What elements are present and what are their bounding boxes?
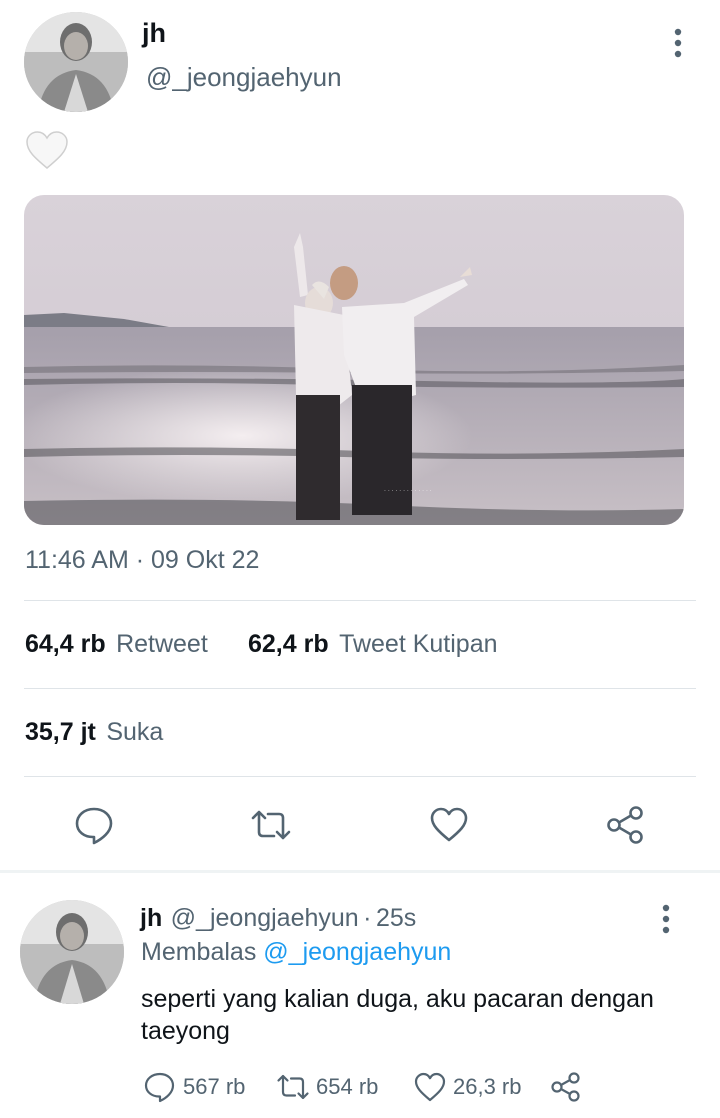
retweet-icon[interactable] (250, 804, 292, 846)
divider (24, 776, 696, 777)
retweets-stat[interactable]: 64,4 rb Retweet (25, 630, 208, 659)
retweet-label: Retweet (116, 630, 208, 658)
reply-age[interactable]: 25s (376, 904, 416, 932)
svg-text:· · · · · · · · · · · · ·: · · · · · · · · · · · · · (384, 488, 432, 495)
reply-share-button[interactable] (549, 1070, 589, 1104)
quotes-stat[interactable]: 62,4 rb Tweet Kutipan (248, 630, 498, 659)
reply-author-avatar[interactable] (20, 900, 124, 1004)
reply-author-handle[interactable]: @_jeongjaehyun (171, 904, 359, 932)
reply-retweet-button[interactable]: 654 rb (276, 1070, 378, 1104)
divider (24, 600, 696, 601)
like-icon (414, 1072, 446, 1102)
reply-like-count: 26,3 rb (453, 1074, 522, 1099)
author-handle[interactable]: @_jeongjaehyun (146, 62, 342, 93)
reply-icon[interactable] (73, 804, 115, 846)
replying-prefix: Membalas (141, 938, 257, 966)
reply-more-options-icon[interactable] (656, 902, 676, 938)
like-count: 35,7 jt (25, 718, 96, 746)
retweet-icon (277, 1074, 309, 1100)
reply-header: jh @_jeongjaehyun · 25s (140, 904, 416, 933)
tweet-photo[interactable]: · · · · · · · · · · · · · (24, 195, 684, 525)
section-divider (0, 870, 720, 873)
replying-to: Membalas @_jeongjaehyun (141, 938, 451, 967)
like-label: Suka (106, 718, 164, 746)
author-avatar[interactable] (24, 12, 128, 112)
likes-stat[interactable]: 35,7 jt Suka (25, 718, 163, 747)
share-icon (551, 1072, 580, 1102)
divider (24, 688, 696, 689)
reply-separator: · (363, 904, 372, 932)
reply-text: seperti yang kalian duga, aku pacaran de… (141, 985, 654, 1045)
retweet-count: 64,4 rb (25, 630, 106, 658)
reply-icon (144, 1072, 175, 1103)
quote-label: Tweet Kutipan (339, 630, 498, 658)
like-icon[interactable] (428, 804, 470, 846)
quote-count: 62,4 rb (248, 630, 329, 658)
reply-reply-count: 567 rb (183, 1074, 246, 1099)
reply-author-name[interactable]: jh (140, 904, 162, 932)
more-options-icon[interactable] (668, 26, 688, 62)
share-icon[interactable] (605, 804, 647, 846)
reply-like-button[interactable]: 26,3 rb (413, 1070, 522, 1104)
white-heart-emoji (25, 130, 69, 170)
replying-to-mention[interactable]: @_jeongjaehyun (263, 938, 451, 966)
reply-retweet-count: 654 rb (316, 1074, 379, 1099)
author-name[interactable]: jh (142, 18, 166, 49)
tweet-timestamp[interactable]: 11:46 AM · 09 Okt 22 (25, 546, 259, 575)
reply-reply-button[interactable]: 567 rb (143, 1070, 245, 1104)
